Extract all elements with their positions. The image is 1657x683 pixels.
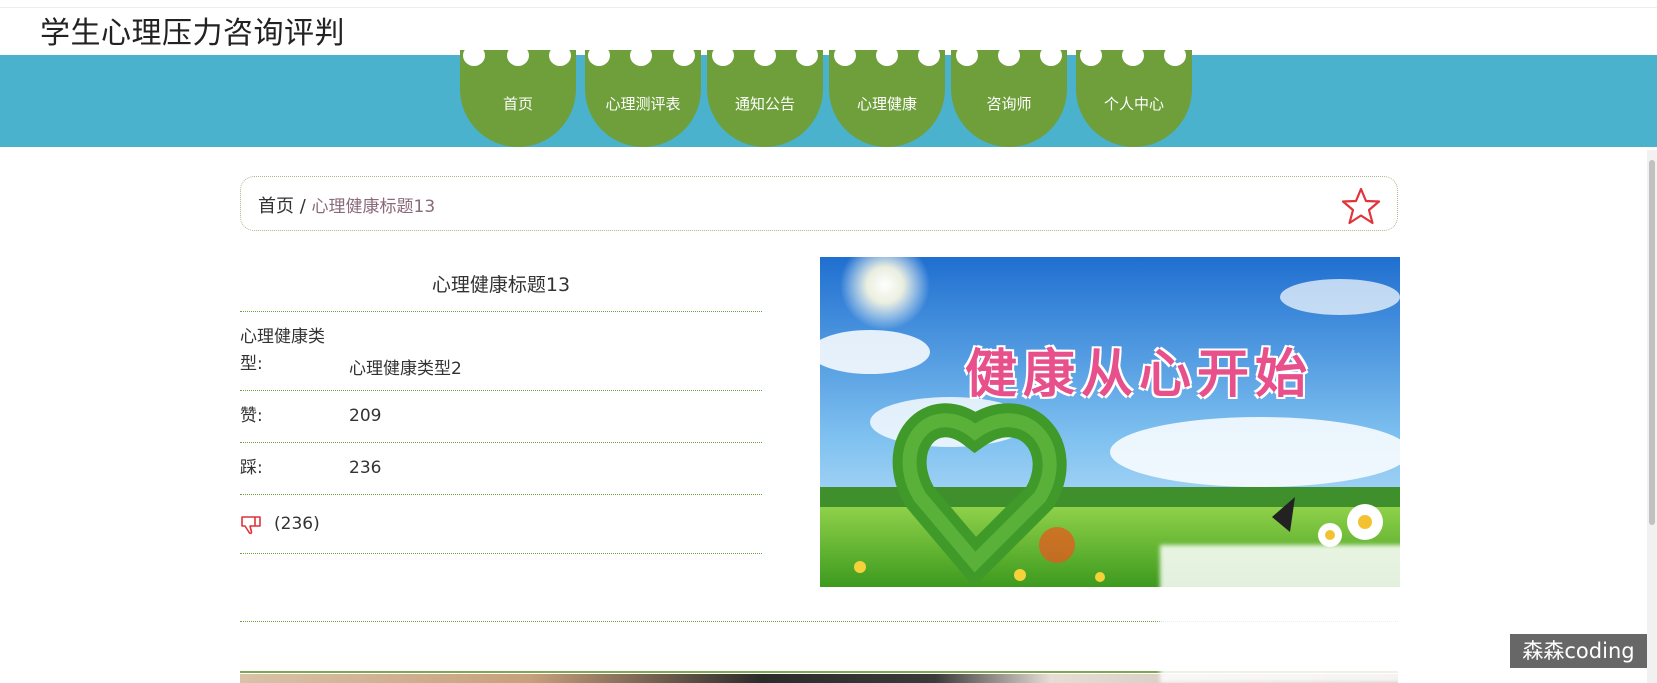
field-label-type: 心理健康类型:: [240, 327, 325, 374]
dislike-count: (236): [274, 514, 320, 534]
breadcrumb-separator: /: [299, 196, 306, 217]
field-value-type: 心理健康类型2: [349, 359, 462, 379]
breadcrumb: 首页 / 心理健康标题13: [240, 176, 1398, 231]
scallop-decoration: [754, 45, 776, 66]
scallop-decoration: [834, 45, 856, 66]
scallop-decoration: [918, 45, 940, 66]
divider: [240, 553, 762, 554]
scallop-decoration: [876, 45, 898, 66]
scallop-decoration: [507, 45, 529, 66]
divider: [240, 311, 762, 312]
divider: [240, 442, 762, 443]
scallop-decoration: [712, 45, 734, 66]
article-banner-image: 健康从心开始: [820, 257, 1400, 587]
scallop-decoration: [1164, 45, 1186, 66]
scallop-decoration: [1122, 45, 1144, 66]
thumbs-down-icon[interactable]: [240, 515, 262, 535]
scallop-decoration: [549, 45, 571, 66]
scallop-decoration: [998, 45, 1020, 66]
mouse-cursor-highlight: [1039, 527, 1075, 563]
scallop-decoration: [673, 45, 695, 66]
detail-title: 心理健康标题13: [431, 274, 571, 296]
breadcrumb-current: 心理健康标题13: [311, 197, 436, 217]
star-favorite-icon[interactable]: [1341, 186, 1381, 226]
scallop-decoration: [956, 45, 978, 66]
scallop-decoration: [1040, 45, 1062, 66]
scallop-decoration: [588, 45, 610, 66]
scrollbar-thumb[interactable]: [1649, 160, 1655, 525]
banner-slogan: 健康从心开始: [965, 344, 1314, 405]
divider: [240, 494, 762, 495]
watermark: 森森coding: [1510, 634, 1647, 668]
breadcrumb-trail: 首页 / 心理健康标题13: [258, 192, 435, 218]
field-value-dislikes: 236: [349, 458, 382, 478]
banner-illustration: [820, 257, 1400, 587]
field-value-likes: 209: [349, 406, 382, 426]
divider: [240, 390, 762, 391]
scallop-decoration: [630, 45, 652, 66]
site-title: 学生心理压力咨询评判: [40, 16, 345, 51]
field-label-dislikes: 踩:: [240, 458, 263, 478]
scallop-decoration: [796, 45, 818, 66]
scallop-decoration: [1080, 45, 1102, 66]
field-label-likes: 赞:: [240, 406, 263, 426]
breadcrumb-home-link[interactable]: 首页: [258, 196, 294, 217]
scallop-decoration: [463, 45, 485, 66]
